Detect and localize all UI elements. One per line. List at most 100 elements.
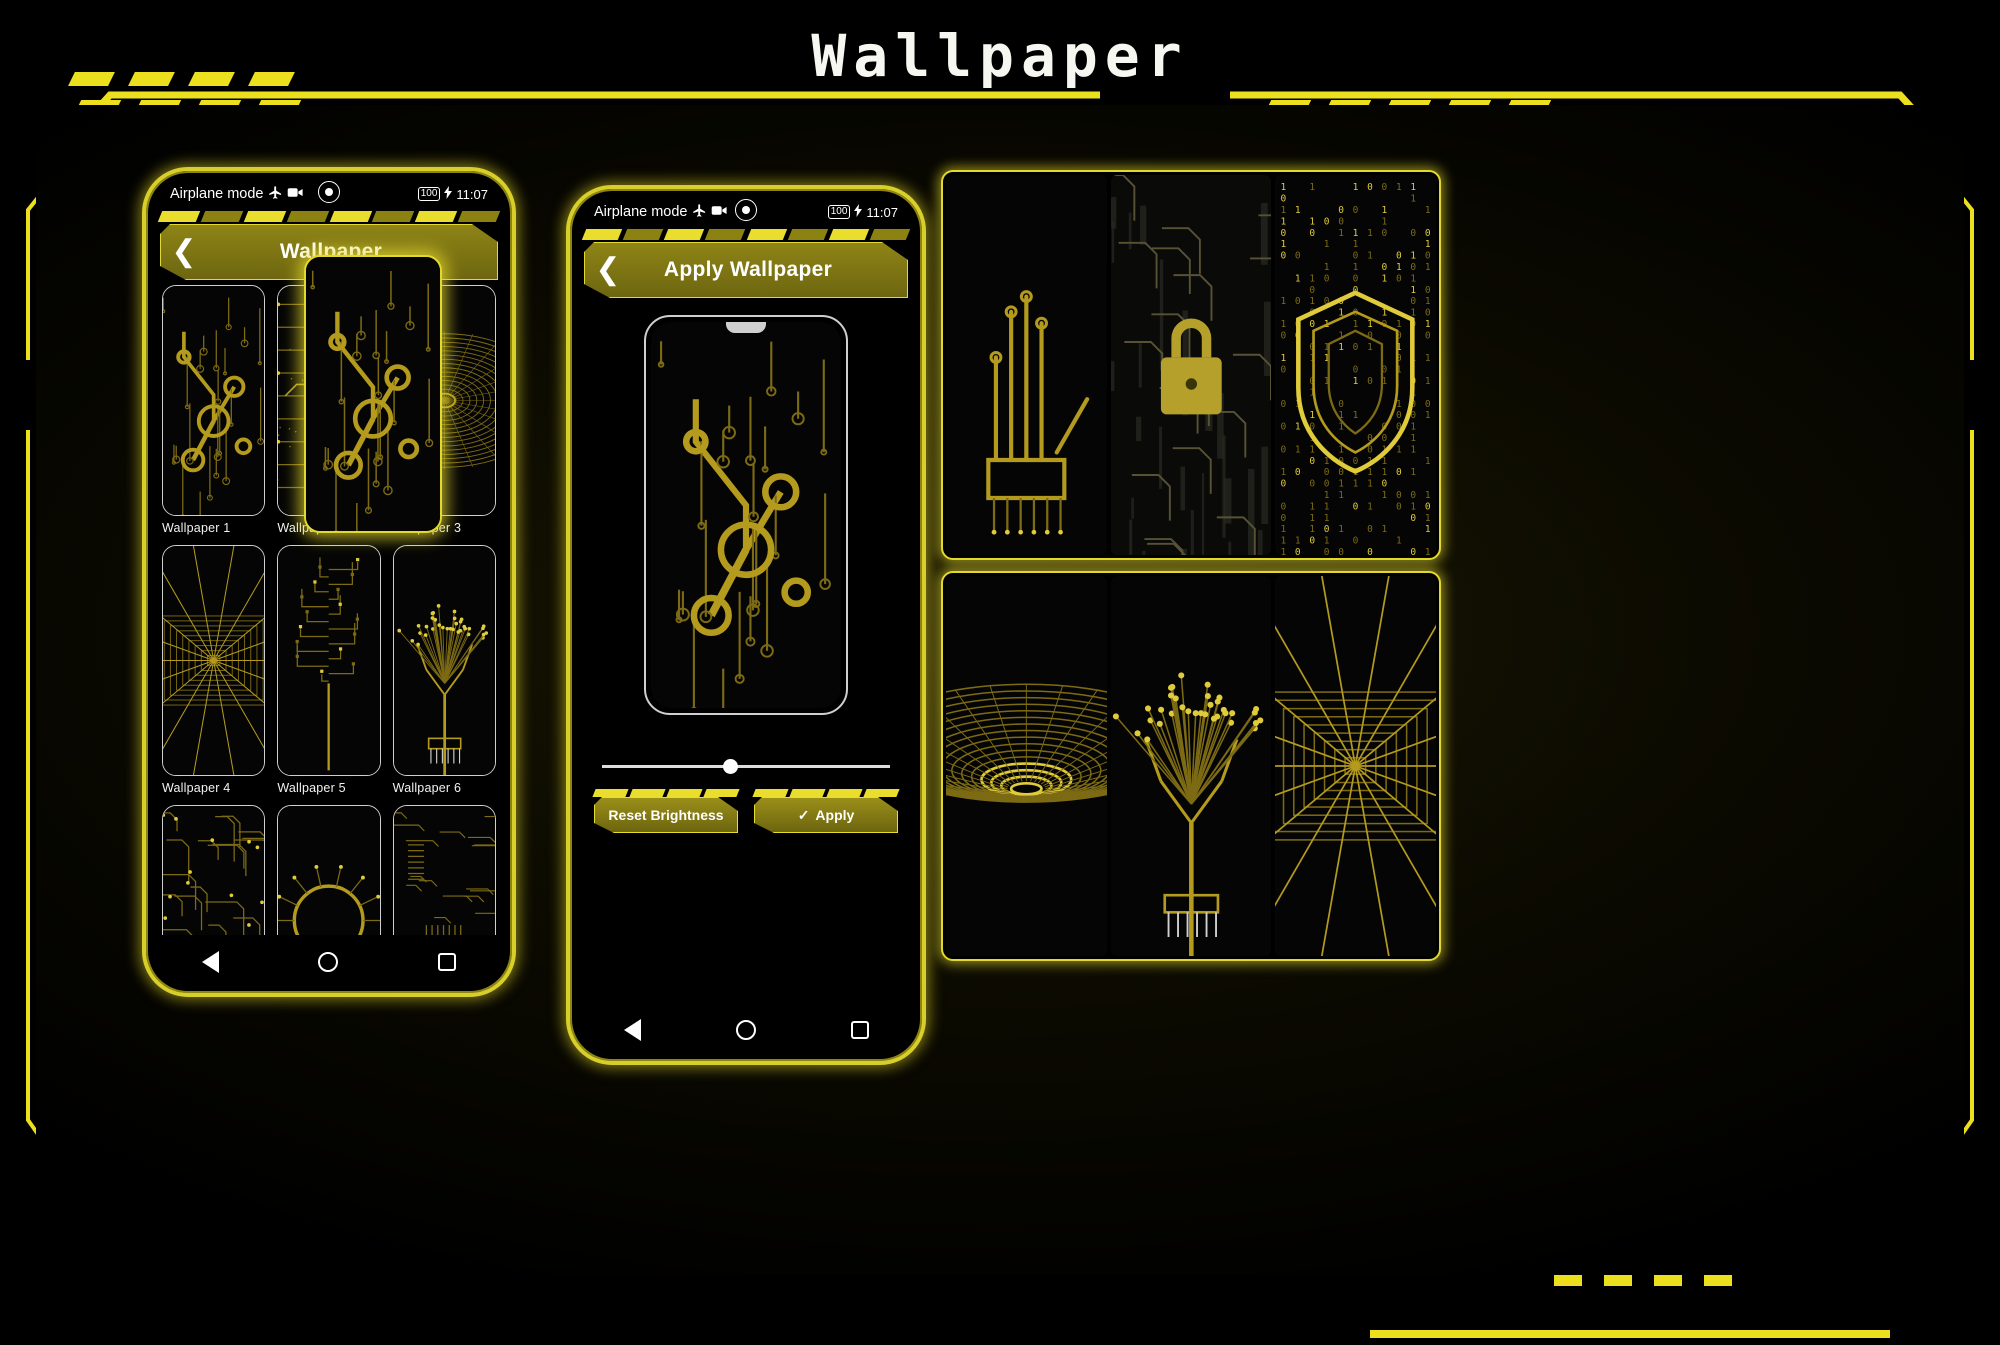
svg-text:0: 0 bbox=[1396, 251, 1402, 262]
wallpaper-cell[interactable]: Wallpaper 9 bbox=[392, 805, 496, 935]
svg-text:0: 0 bbox=[1382, 262, 1388, 273]
airplane-icon bbox=[692, 203, 707, 222]
svg-text:1: 1 bbox=[1295, 444, 1301, 455]
svg-text:1: 1 bbox=[1396, 182, 1402, 193]
nav-home-circle-icon[interactable] bbox=[735, 1020, 756, 1040]
svg-text:1: 1 bbox=[1281, 467, 1287, 478]
status-left: Airplane mode bbox=[170, 185, 304, 204]
reset-button-hazard-stripes bbox=[592, 789, 740, 797]
phone1-navigation-bar bbox=[152, 937, 506, 987]
nav-recents-square-icon[interactable] bbox=[850, 1021, 869, 1039]
wallpaper-preview[interactable] bbox=[644, 315, 848, 715]
wallpaper-vortex[interactable] bbox=[946, 576, 1107, 956]
phone2-screen: Airplane mode 100 11:07 ❮ Apply Wallpape… bbox=[576, 195, 916, 1055]
wallpaper-cell[interactable]: Wallpaper 4 bbox=[162, 545, 266, 795]
slider-track[interactable] bbox=[602, 765, 890, 768]
wallpaper-cell[interactable]: Wallpaper 7 bbox=[162, 805, 266, 935]
svg-text:0: 0 bbox=[1353, 273, 1359, 284]
svg-text:1: 1 bbox=[1425, 456, 1431, 467]
svg-text:0: 0 bbox=[1425, 399, 1431, 410]
gallery-row-1: 1100110101010001100111011010110100001000… bbox=[941, 170, 1441, 560]
wallpaper-cell[interactable]: Wallpaper 8 bbox=[277, 805, 381, 935]
svg-text:0: 0 bbox=[1425, 330, 1431, 341]
wallpaper-thumbnail[interactable] bbox=[162, 285, 266, 516]
selected-wallpaper-preview[interactable] bbox=[304, 255, 442, 533]
wallpaper-thumbnail[interactable] bbox=[162, 805, 266, 935]
svg-text:1: 1 bbox=[1310, 444, 1316, 455]
svg-text:1: 1 bbox=[1411, 422, 1417, 433]
svg-text:1: 1 bbox=[1425, 547, 1431, 555]
svg-text:0: 0 bbox=[1295, 547, 1301, 555]
svg-text:1: 1 bbox=[1425, 524, 1431, 535]
charging-bolt-icon bbox=[854, 204, 863, 220]
svg-text:0: 0 bbox=[1281, 479, 1287, 490]
wallpaper-thumbnail[interactable] bbox=[392, 545, 496, 776]
svg-text:1: 1 bbox=[1425, 239, 1431, 250]
appbar-hazard-stripes bbox=[157, 211, 501, 222]
svg-text:1: 1 bbox=[1425, 205, 1431, 216]
wallpaper-shield-binary[interactable]: 1100110101010001100111011010110100001000… bbox=[1275, 175, 1437, 555]
reset-brightness-label: Reset Brightness bbox=[608, 807, 724, 823]
svg-text:1: 1 bbox=[1339, 228, 1345, 239]
svg-text:1: 1 bbox=[1411, 273, 1417, 284]
wallpaper-padlock[interactable] bbox=[1110, 175, 1272, 555]
svg-text:0: 0 bbox=[1281, 251, 1287, 262]
wallpaper-cell[interactable]: Wallpaper 1 bbox=[162, 285, 266, 535]
svg-text:0: 0 bbox=[1295, 251, 1301, 262]
svg-text:0: 0 bbox=[1382, 182, 1388, 193]
svg-text:1: 1 bbox=[1382, 467, 1388, 478]
svg-text:0: 0 bbox=[1310, 228, 1316, 239]
svg-text:1: 1 bbox=[1324, 262, 1330, 273]
svg-text:1: 1 bbox=[1310, 216, 1316, 227]
wallpaper-thumbnail[interactable] bbox=[162, 545, 266, 776]
wallpaper-thumbnail[interactable] bbox=[277, 805, 381, 935]
svg-text:1: 1 bbox=[1396, 262, 1402, 273]
svg-text:1: 1 bbox=[1382, 490, 1388, 501]
svg-text:0: 0 bbox=[1310, 479, 1316, 490]
svg-text:1: 1 bbox=[1353, 262, 1359, 273]
phone-apply-wallpaper: Airplane mode 100 11:07 ❮ Apply Wallpape… bbox=[566, 185, 926, 1065]
wallpaper-circuit-tree[interactable] bbox=[1110, 576, 1272, 956]
svg-text:0: 0 bbox=[1339, 399, 1345, 410]
svg-text:0: 0 bbox=[1353, 501, 1359, 512]
svg-text:1: 1 bbox=[1382, 205, 1388, 216]
svg-text:0: 0 bbox=[1339, 547, 1345, 555]
svg-text:0: 0 bbox=[1281, 194, 1287, 205]
wallpaper-thumbnail[interactable] bbox=[277, 545, 381, 776]
reset-brightness-button[interactable]: Reset Brightness bbox=[594, 797, 738, 833]
nav-back-triangle-icon[interactable] bbox=[201, 951, 219, 973]
back-button[interactable]: ❮ bbox=[585, 255, 631, 285]
nav-recents-square-icon[interactable] bbox=[438, 953, 457, 971]
svg-text:1: 1 bbox=[1353, 228, 1359, 239]
svg-text:0: 0 bbox=[1339, 467, 1345, 478]
wallpaper-perspective-tunnel[interactable] bbox=[1275, 576, 1437, 956]
svg-text:1: 1 bbox=[1281, 353, 1287, 364]
svg-text:1: 1 bbox=[1281, 205, 1287, 216]
wallpaper-circuit-hand[interactable] bbox=[946, 175, 1107, 555]
status-right: 100 11:07 bbox=[827, 204, 898, 220]
phone2-appbar: ❮ Apply Wallpaper bbox=[584, 242, 908, 298]
svg-text:0: 0 bbox=[1324, 547, 1330, 555]
nav-home-circle-icon[interactable] bbox=[318, 952, 339, 972]
slider-knob[interactable] bbox=[722, 759, 738, 774]
svg-text:1: 1 bbox=[1411, 444, 1417, 455]
wallpaper-thumbnail[interactable] bbox=[392, 805, 496, 935]
svg-text:1: 1 bbox=[1353, 319, 1359, 330]
wallpaper-cell[interactable]: Wallpaper 6 bbox=[392, 545, 496, 795]
apply-holder: ✓ Apply bbox=[752, 789, 900, 833]
svg-text:0: 0 bbox=[1295, 296, 1301, 307]
back-button[interactable]: ❮ bbox=[161, 237, 207, 267]
nav-back-triangle-icon[interactable] bbox=[623, 1019, 641, 1041]
svg-text:0: 0 bbox=[1310, 536, 1316, 547]
wallpaper-label: Wallpaper 6 bbox=[392, 781, 462, 795]
svg-text:1: 1 bbox=[1411, 467, 1417, 478]
brightness-slider[interactable] bbox=[602, 757, 890, 775]
svg-text:1: 1 bbox=[1281, 216, 1287, 227]
svg-text:0: 0 bbox=[1425, 308, 1431, 319]
svg-text:1: 1 bbox=[1425, 410, 1431, 421]
svg-text:1: 1 bbox=[1281, 547, 1287, 555]
svg-text:1: 1 bbox=[1411, 251, 1417, 262]
apply-button[interactable]: ✓ Apply bbox=[754, 797, 898, 833]
wallpaper-cell[interactable]: Wallpaper 5 bbox=[277, 545, 381, 795]
svg-text:0: 0 bbox=[1353, 456, 1359, 467]
